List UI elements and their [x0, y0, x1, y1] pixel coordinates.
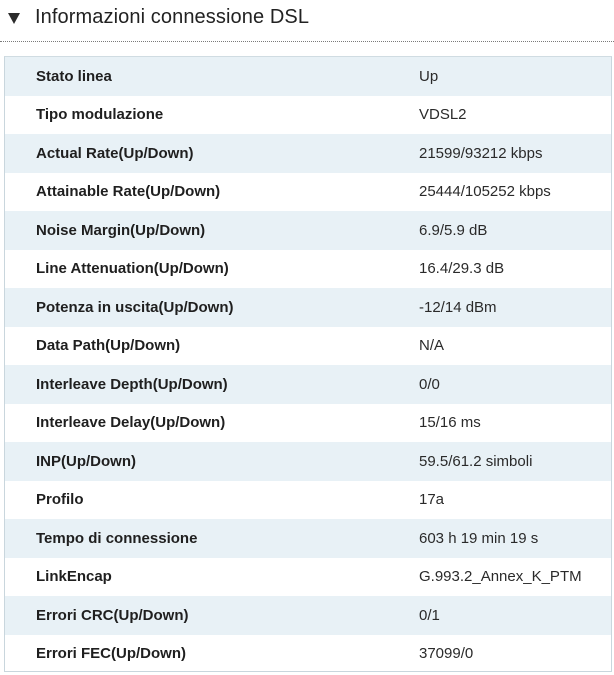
table-row: Data Path(Up/Down) N/A [5, 327, 611, 366]
section-header-dsl-info[interactable]: Informazioni connessione DSL [0, 0, 614, 42]
row-value: 37099/0 [419, 645, 474, 663]
row-label: Stato linea [36, 67, 112, 85]
row-value: 0/0 [419, 375, 440, 393]
row-value: VDSL2 [419, 106, 467, 124]
table-row: Interleave Depth(Up/Down) 0/0 [5, 365, 611, 404]
row-label: Tipo modulazione [36, 106, 164, 124]
collapse-triangle-icon[interactable] [8, 13, 20, 24]
row-value: 603 h 19 min 19 s [419, 529, 539, 547]
row-label: Noise Margin(Up/Down) [36, 221, 206, 239]
row-label: Interleave Delay(Up/Down) [36, 414, 226, 432]
row-value: 6.9/5.9 dB [419, 221, 488, 239]
row-label: Interleave Depth(Up/Down) [36, 375, 228, 393]
row-label: Attainable Rate(Up/Down) [36, 183, 221, 201]
table-row: Errori FEC(Up/Down) 37099/0 [5, 635, 611, 674]
row-label: Tempo di connessione [36, 529, 198, 547]
row-value: 15/16 ms [419, 414, 481, 432]
row-label: Errori FEC(Up/Down) [36, 645, 186, 663]
row-value: 25444/105252 kbps [419, 183, 551, 201]
row-label: Actual Rate(Up/Down) [36, 144, 194, 162]
table-row: Potenza in uscita(Up/Down) -12/14 dBm [5, 288, 611, 327]
row-label: INP(Up/Down) [36, 452, 136, 470]
row-label: Data Path(Up/Down) [36, 337, 181, 355]
row-label: LinkEncap [36, 568, 112, 586]
row-label: Profilo [36, 491, 84, 509]
row-value: 16.4/29.3 dB [419, 260, 505, 278]
table-row: Interleave Delay(Up/Down) 15/16 ms [5, 404, 611, 443]
table-row: LinkEncap G.993.2_Annex_K_PTM [5, 558, 611, 597]
table-row: Errori CRC(Up/Down) 0/1 [5, 596, 611, 635]
row-label: Potenza in uscita(Up/Down) [36, 298, 234, 316]
row-label: Errori CRC(Up/Down) [36, 606, 189, 624]
row-value: 59.5/61.2 simboli [419, 452, 533, 470]
table-row: Line Attenuation(Up/Down) 16.4/29.3 dB [5, 250, 611, 289]
table-row: Profilo 17a [5, 481, 611, 520]
row-value: -12/14 dBm [419, 298, 497, 316]
row-value: G.993.2_Annex_K_PTM [419, 568, 582, 586]
section-title: Informazioni connessione DSL [35, 6, 310, 28]
row-label: Line Attenuation(Up/Down) [36, 260, 229, 278]
table-row: Stato linea Up [5, 57, 611, 96]
row-value: N/A [419, 337, 445, 355]
row-value: 21599/93212 kbps [419, 144, 543, 162]
table-row: Noise Margin(Up/Down) 6.9/5.9 dB [5, 211, 611, 250]
row-value: Up [419, 67, 439, 85]
table-row: INP(Up/Down) 59.5/61.2 simboli [5, 442, 611, 481]
row-value: 17a [419, 491, 445, 509]
table-row: Tipo modulazione VDSL2 [5, 96, 611, 135]
table-row: Tempo di connessione 603 h 19 min 19 s [5, 519, 611, 558]
table-row: Attainable Rate(Up/Down) 25444/105252 kb… [5, 173, 611, 212]
row-value: 0/1 [419, 606, 440, 624]
table-row: Actual Rate(Up/Down) 21599/93212 kbps [5, 134, 611, 173]
dsl-info-table: Stato linea Up Tipo modulazione VDSL2 Ac… [4, 56, 612, 672]
